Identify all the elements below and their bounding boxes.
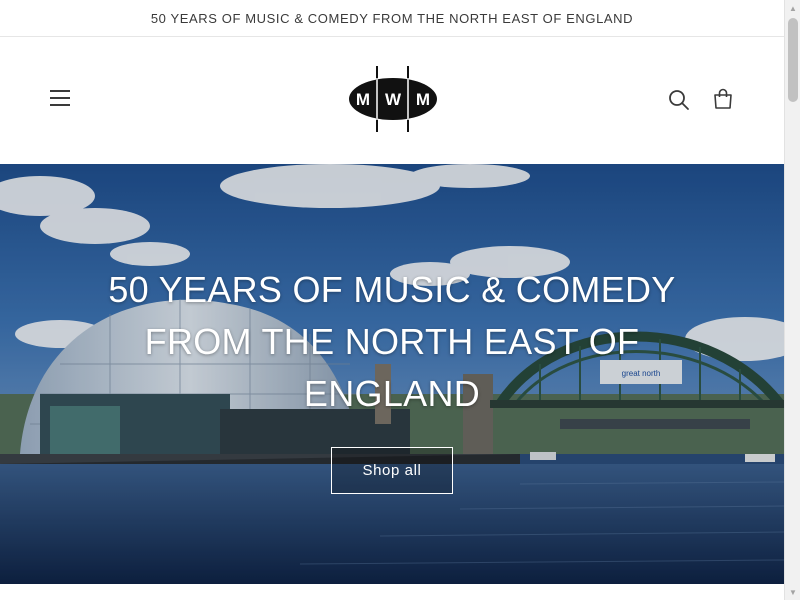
scroll-up-arrow-icon[interactable]: ▲ — [785, 0, 800, 16]
shop-all-button[interactable]: Shop all — [331, 447, 453, 494]
mwm-logo: M W M — [349, 66, 437, 132]
page-scrollbar[interactable]: ▲ ▼ — [784, 0, 800, 600]
site-header: M W M — [0, 38, 784, 164]
hero-title-line-3: ENGLAND — [303, 373, 481, 414]
hero-title: 50 YEARS OF MUSIC & COMEDY FROM THE NORT… — [92, 264, 692, 420]
svg-text:W: W — [385, 90, 402, 109]
svg-text:M: M — [356, 90, 370, 109]
search-button[interactable] — [665, 87, 693, 113]
announcement-bar: 50 YEARS OF MUSIC & COMEDY FROM THE NORT… — [0, 0, 784, 37]
svg-text:M: M — [416, 90, 430, 109]
announcement-text: 50 YEARS OF MUSIC & COMEDY FROM THE NORT… — [150, 10, 634, 26]
hamburger-menu-icon — [50, 90, 70, 106]
search-icon — [669, 90, 689, 110]
menu-button[interactable] — [46, 84, 74, 112]
cart-button[interactable] — [709, 85, 737, 113]
hero-title-line-2: FROM THE NORTH EAST OF — [144, 321, 640, 362]
hero-title-line-1: 50 YEARS OF MUSIC & COMEDY — [108, 269, 676, 310]
scroll-down-arrow-icon[interactable]: ▼ — [785, 584, 800, 600]
shopping-bag-icon — [714, 88, 732, 109]
hero-banner: great north 50 YEARS OF MUSIC & COMEDY F… — [0, 164, 784, 584]
scrollbar-thumb[interactable] — [788, 18, 798, 102]
site-logo[interactable]: M W M — [346, 64, 440, 134]
